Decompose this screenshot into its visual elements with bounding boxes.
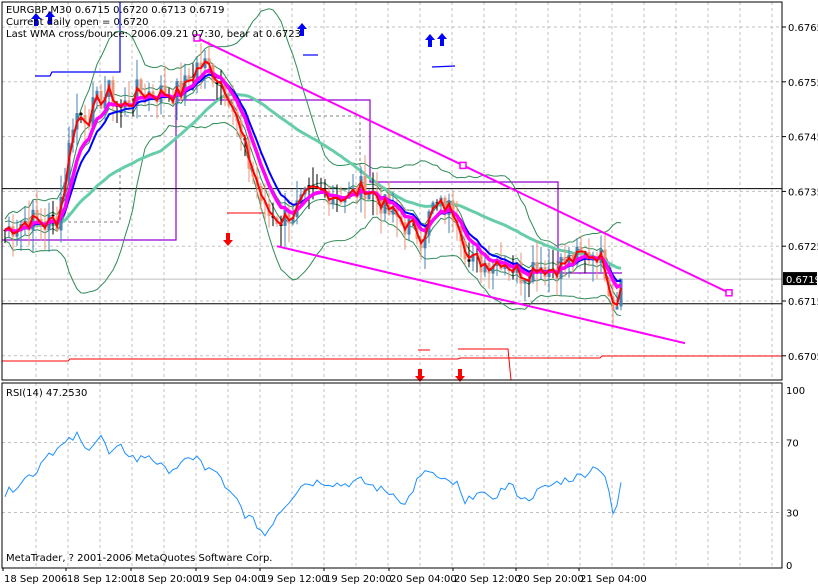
y-tick-label: 0.6765 xyxy=(788,23,818,34)
candle-body xyxy=(187,75,191,80)
x-tick-label: 18 Sep 2006 xyxy=(4,574,67,584)
arrow-up-icon xyxy=(437,33,447,46)
rsi-tick-label: 0 xyxy=(786,561,792,572)
level-line-red xyxy=(2,355,782,362)
x-tick-label: 19 Sep 12:00 xyxy=(261,574,328,584)
y-tick-label: 0.6715 xyxy=(788,297,818,308)
x-tick-label: 19 Sep 20:00 xyxy=(325,574,392,584)
current-price-label: 0.6719 xyxy=(786,275,818,286)
candle-body xyxy=(51,214,55,217)
arrow-down-icon xyxy=(223,233,233,246)
rsi-line xyxy=(4,430,622,537)
x-tick-label: 20 Sep 20:00 xyxy=(517,574,584,584)
bollinger-upper xyxy=(4,8,622,247)
level-segment-blue xyxy=(431,65,456,68)
rsi-tick-label: 30 xyxy=(786,509,799,520)
y-tick-label: 0.6725 xyxy=(788,242,818,253)
rsi-tick-label: 100 xyxy=(786,386,805,397)
y-tick-label: 0.6745 xyxy=(788,133,818,144)
candle-body xyxy=(467,259,471,262)
y-tick-label: 0.6755 xyxy=(788,78,818,89)
x-tick-label: 18 Sep 20:00 xyxy=(132,574,199,584)
trendline-anchor xyxy=(725,289,733,297)
x-tick-label: 20 Sep 12:00 xyxy=(454,574,521,584)
symbol-ohlc-label: EURGBP,M30 0.6715 0.6720 0.6713 0.6719 xyxy=(6,5,225,16)
y-tick-label: 0.6735 xyxy=(788,187,818,198)
candle-body xyxy=(215,82,219,84)
x-tick-label: 18 Sep 12:00 xyxy=(67,574,134,584)
candle-body xyxy=(363,176,367,200)
x-tick-label: 19 Sep 04:00 xyxy=(197,574,264,584)
candle-body xyxy=(79,113,83,116)
rsi-panel-frame xyxy=(1,382,783,569)
arrow-up-icon xyxy=(425,34,435,47)
x-tick-label: 20 Sep 04:00 xyxy=(390,574,457,584)
wma-cross-label: Last WMA cross/bounce: 2006.09.21 07:30,… xyxy=(6,29,301,40)
rsi-title: RSI(14) 47.2530 xyxy=(6,388,88,399)
copyright-label: MetaTrader, ? 2001-2006 MetaQuotes Softw… xyxy=(6,553,273,564)
x-tick-label: 21 Sep 04:00 xyxy=(580,574,647,584)
daily-open-label: Current daily open = 0.6720 xyxy=(6,17,149,28)
rsi-tick-label: 70 xyxy=(786,439,799,450)
price-chart[interactable]: 0.6765 0.6755 0.6745 0.6735 0.6725 0.6715 0.67… xyxy=(0,0,818,584)
candle-body xyxy=(615,306,619,310)
y-tick-label: 0.6705 xyxy=(788,352,818,363)
trendline-anchor xyxy=(459,161,467,170)
